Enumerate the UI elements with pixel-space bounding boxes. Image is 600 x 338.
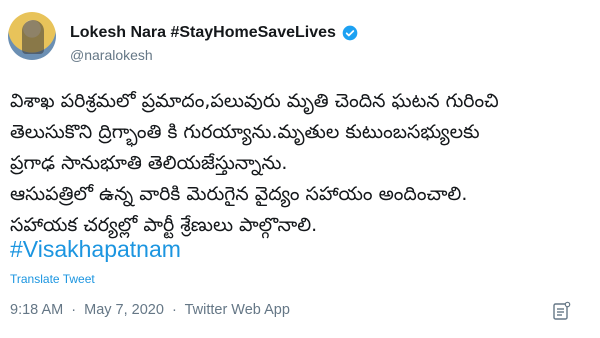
analytics-icon[interactable] [551,301,571,321]
tweet-date[interactable]: May 7, 2020 [84,302,164,318]
avatar-figure [22,20,44,54]
avatar[interactable] [8,12,56,60]
author-name-row[interactable]: Lokesh Nara #StayHomeSaveLives [70,24,358,42]
verified-badge-icon [342,25,358,41]
tweet-text-line: ఆసుపత్రిలో ఉన్న వారికి మెరుగైన వైద్యం సహ… [10,183,468,205]
author-handle[interactable]: @naralokesh [70,47,153,63]
tweet-source[interactable]: Twitter Web App [185,302,290,318]
tweet-text-line: తెలుసుకొని ద్రిగ్భాంతి కి గురయ్యాను.మృతు… [10,121,480,143]
translate-tweet-link[interactable]: Translate Tweet [10,272,95,286]
tweet-meta: 9:18 AM · May 7, 2020 · Twitter Web App [10,302,294,318]
tweet-text: విశాఖ పరిశ్రమలో ప్రమాదం,పలువురు మృతి చెం… [10,86,590,241]
tweet-text-line: ప్రగాఢ సానుభూతి తెలియజేస్తున్నాను. [10,152,288,174]
author-display-name[interactable]: Lokesh Nara #StayHomeSaveLives [70,24,336,42]
tweet-text-line: విశాఖ పరిశ్రమలో ప్రమాదం,పలువురు మృతి చెం… [10,90,499,112]
tweet: Lokesh Nara #StayHomeSaveLives @naraloke… [0,0,600,338]
meta-separator: · [171,302,177,318]
tweet-time[interactable]: 9:18 AM [10,302,63,318]
hashtag-link[interactable]: #Visakhapatnam [10,236,181,263]
meta-separator: · [71,302,77,318]
